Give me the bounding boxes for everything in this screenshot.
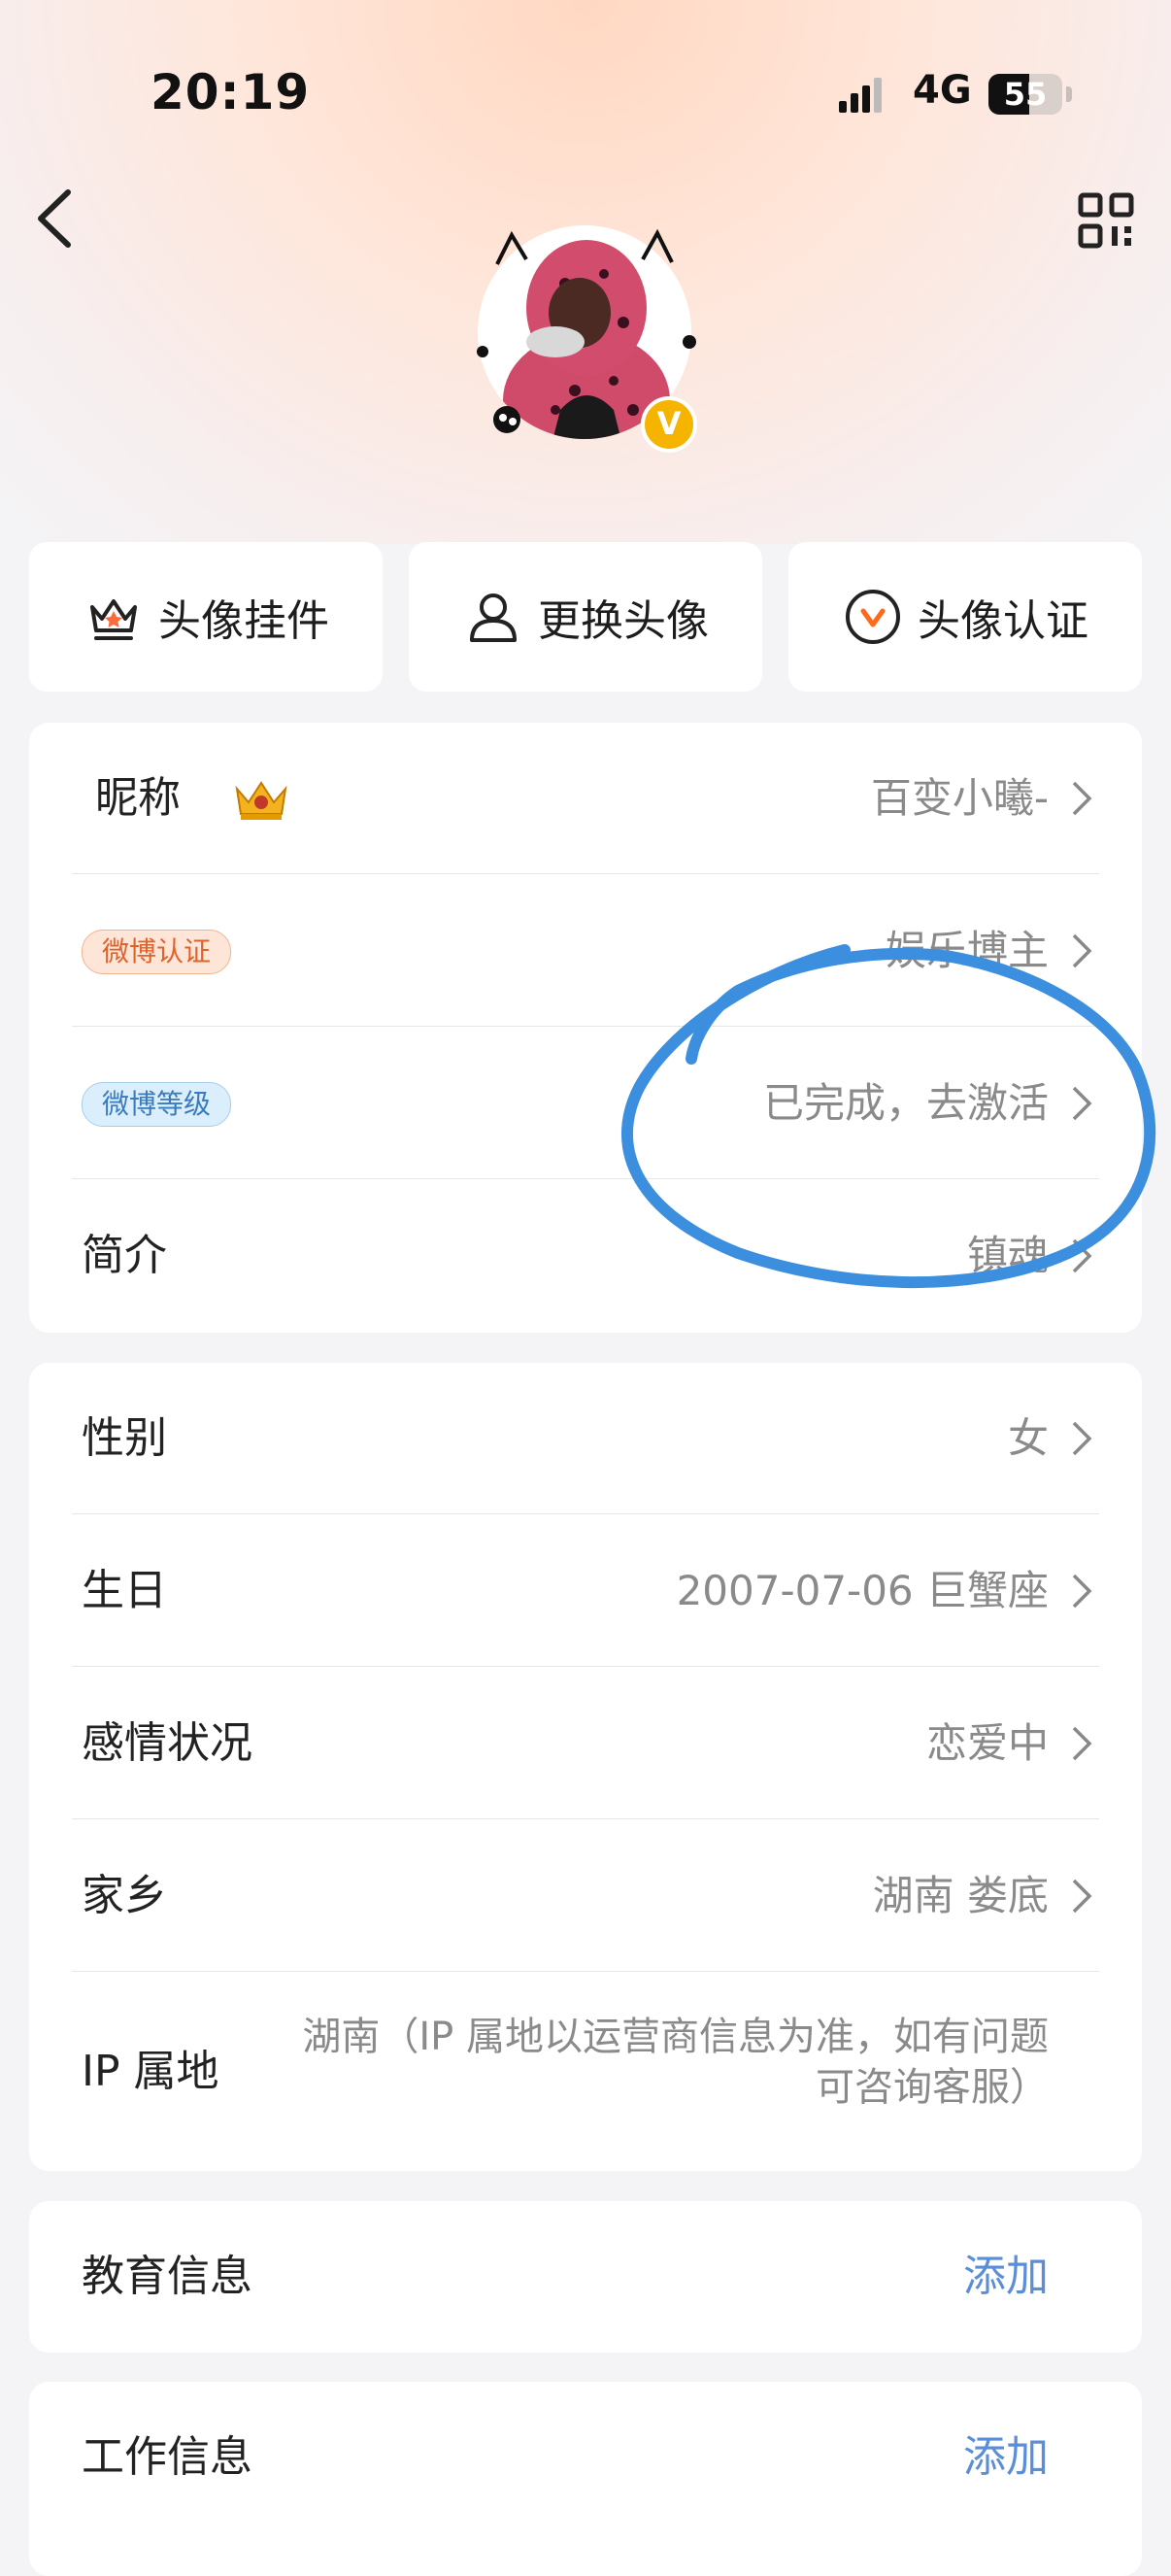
avatar-actions: 头像挂件 更换头像 头像认证 [29,542,1142,692]
divider [72,1971,1099,1972]
nickname-value: 百变小曦- [870,774,1049,822]
change-avatar-button[interactable]: 更换头像 [409,542,762,692]
relationship-label: 感情状况 [82,1718,252,1768]
ip-location-value: 湖南（IP 属地以运营商信息为准，如有问题可咨询客服） [302,2015,1049,2110]
nickname-label: 昵称 [95,773,181,823]
avatar-verify-label: 头像认证 [918,596,1088,646]
chevron-right-icon [1072,933,1092,968]
verified-badge-icon: V [641,396,697,453]
divider [72,873,1099,874]
status-time: 20:19 [151,64,311,120]
ip-location-row: IP 属地 湖南（IP 属地以运营商信息为准，如有问题可咨询客服） [29,1973,1142,2171]
status-bar: 20:19 4G 55 [0,0,1171,120]
work-row[interactable]: 工作信息 添加 [29,2382,1142,2533]
bio-value: 镇魂 [966,1232,1049,1279]
hometown-value: 湖南 娄底 [872,1872,1049,1919]
weibo-verify-row[interactable]: 微博认证 娱乐博主 [29,875,1142,1027]
work-card[interactable]: 工作信息 添加 [29,2382,1142,2576]
gender-label: 性别 [82,1413,167,1463]
crown-pendant-icon [90,599,137,640]
education-add-link[interactable]: 添加 [963,2201,1049,2353]
work-label: 工作信息 [82,2432,252,2482]
birthday-value: 2007-07-06 巨蟹座 [676,1567,1049,1614]
divider [72,1818,1099,1819]
battery-icon: 55 [988,74,1062,115]
change-avatar-label: 更换头像 [538,596,709,646]
chevron-right-icon [1072,1086,1092,1121]
gender-value: 女 [1007,1414,1049,1462]
divider [72,1513,1099,1514]
birthday-row[interactable]: 生日 2007-07-06 巨蟹座 [29,1515,1142,1667]
bio-row[interactable]: 简介 镇魂 [29,1180,1142,1332]
divider [72,1026,1099,1027]
avatar-pendant-button[interactable]: 头像挂件 [29,542,383,692]
weibo-verify-tag: 微博认证 [82,930,232,974]
crown-icon [235,781,287,820]
details-card: 性别 女 生日 2007-07-06 巨蟹座 感情状况 恋爱中 家乡 湖南 娄底… [29,1363,1142,2171]
weibo-level-tag: 微博等级 [82,1082,232,1127]
work-add-link[interactable]: 添加 [963,2382,1049,2533]
verify-v-icon [846,590,900,644]
gender-row[interactable]: 性别 女 [29,1363,1142,1514]
relationship-value: 恋爱中 [925,1719,1049,1767]
education-card[interactable]: 教育信息 添加 [29,2201,1142,2353]
education-label: 教育信息 [82,2252,252,2301]
avatar-pendant-label: 头像挂件 [158,596,329,646]
hometown-label: 家乡 [82,1871,167,1920]
person-icon [470,593,517,642]
divider [72,1666,1099,1667]
weibo-level-row[interactable]: 微博等级 已完成，去激活 [29,1028,1142,1179]
ip-location-label: IP 属地 [82,2047,219,2096]
hometown-row[interactable]: 家乡 湖南 娄底 [29,1820,1142,1972]
back-chevron-icon[interactable] [27,185,85,253]
relationship-row[interactable]: 感情状况 恋爱中 [29,1668,1142,1819]
birthday-label: 生日 [82,1566,167,1615]
qr-code-icon[interactable] [1078,192,1134,249]
weibo-level-value: 已完成，去激活 [762,1079,1049,1127]
nickname-row[interactable]: 昵称 百变小曦- [29,723,1142,874]
battery-tip [1066,86,1072,102]
chevron-right-icon [1072,781,1092,816]
divider [72,1178,1099,1179]
chevron-right-icon [1072,1726,1092,1761]
signal-icon [839,78,882,113]
chevron-right-icon [1072,1238,1092,1273]
profile-card: 昵称 百变小曦- 微博认证 娱乐博主 微博等级 已完成，去激活 简介 镇魂 [29,723,1142,1333]
chevron-right-icon [1072,1421,1092,1456]
bio-label: 简介 [82,1231,167,1280]
battery-level: 55 [1003,76,1048,113]
chevron-right-icon [1072,1879,1092,1914]
network-type: 4G [913,68,972,113]
education-row[interactable]: 教育信息 添加 [29,2201,1142,2353]
weibo-verify-value: 娱乐博主 [885,927,1049,974]
chevron-right-icon [1072,1574,1092,1609]
avatar-verify-button[interactable]: 头像认证 [788,542,1142,692]
